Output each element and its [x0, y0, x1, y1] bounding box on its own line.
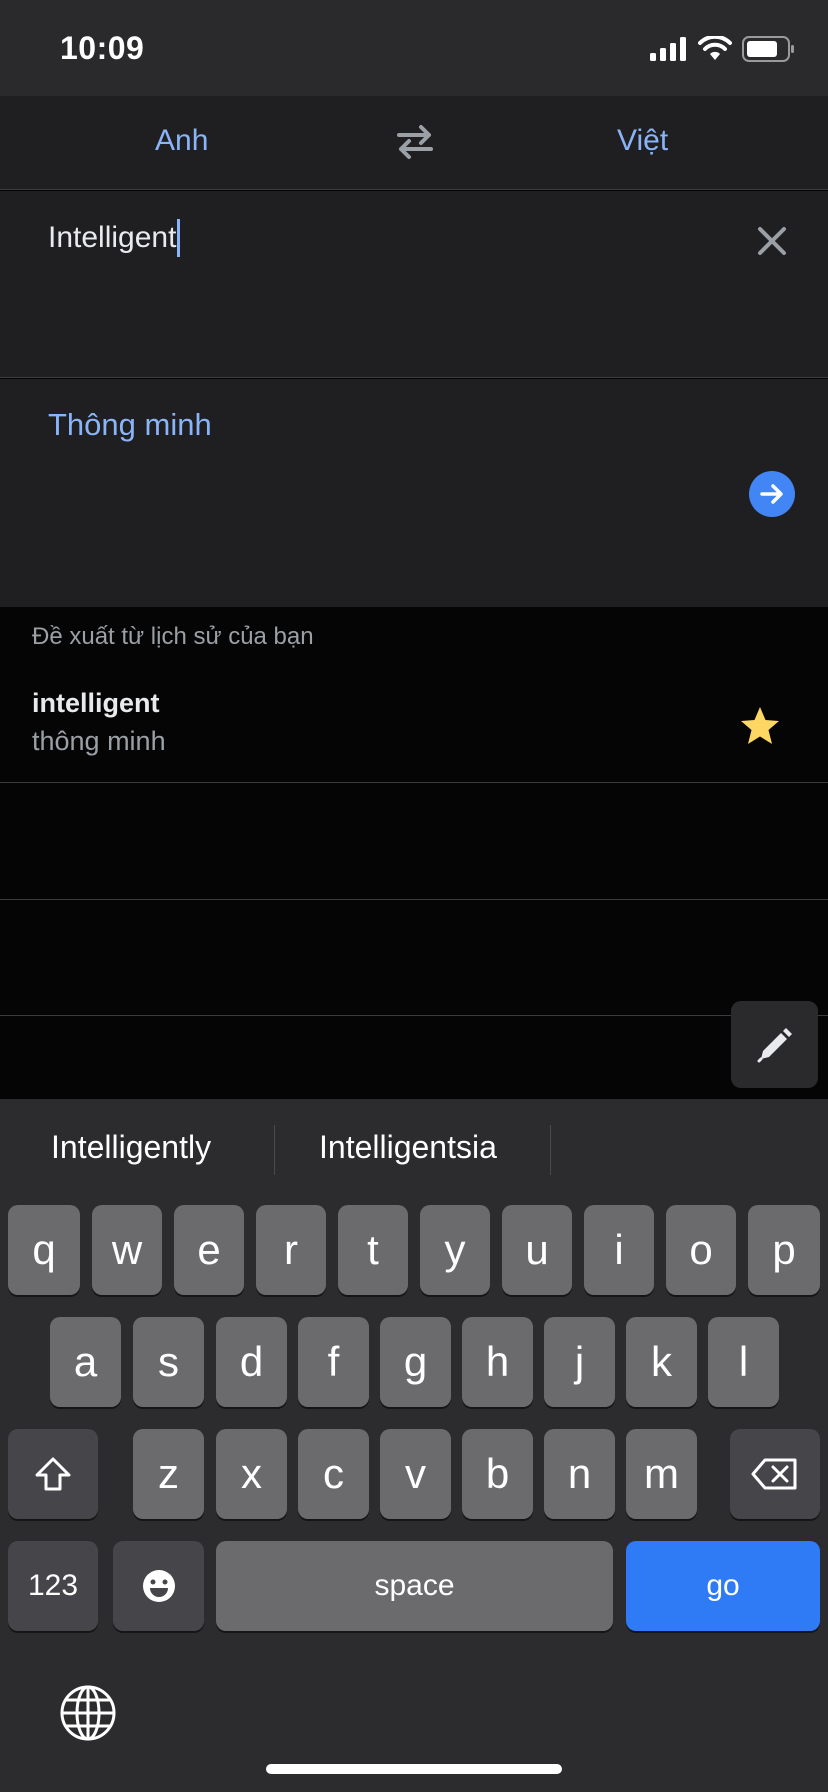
- globe-icon: [60, 1685, 116, 1741]
- history-suggestions-header: Đề xuất từ lịch sử của bạn: [32, 623, 314, 650]
- history-item[interactable]: intelligent thông minh: [0, 670, 828, 783]
- signal-icon: [650, 37, 686, 61]
- key-z[interactable]: z: [133, 1429, 204, 1519]
- key-n[interactable]: n: [544, 1429, 615, 1519]
- key-w[interactable]: w: [92, 1205, 162, 1295]
- key-x[interactable]: x: [216, 1429, 287, 1519]
- key-q[interactable]: q: [8, 1205, 80, 1295]
- key-b[interactable]: b: [462, 1429, 533, 1519]
- backspace-icon: [751, 1458, 797, 1490]
- key-v[interactable]: v: [380, 1429, 451, 1519]
- key-e[interactable]: e: [174, 1205, 244, 1295]
- key-h[interactable]: h: [462, 1317, 533, 1407]
- history-target-text: thông minh: [32, 726, 166, 756]
- key-o[interactable]: o: [666, 1205, 736, 1295]
- key-f[interactable]: f: [298, 1317, 369, 1407]
- key-s[interactable]: s: [133, 1317, 204, 1407]
- key-c[interactable]: c: [298, 1429, 369, 1519]
- source-text-area[interactable]: Intelligent: [0, 191, 828, 378]
- system-icons: [650, 34, 796, 64]
- star-icon: [741, 707, 779, 744]
- prediction-2[interactable]: Intelligentsia: [319, 1129, 497, 1166]
- star-button[interactable]: [738, 704, 782, 748]
- status-bar: 10:09: [0, 0, 828, 96]
- key-r[interactable]: r: [256, 1205, 326, 1295]
- key-l[interactable]: l: [708, 1317, 779, 1407]
- pen-icon: [757, 1027, 792, 1062]
- emoji-icon: [142, 1570, 175, 1602]
- text-caret: [177, 219, 181, 257]
- battery-icon: [742, 36, 794, 62]
- open-translation-button[interactable]: [749, 471, 795, 517]
- history-source-text: intelligent: [32, 688, 160, 718]
- status-time: 10:09: [60, 30, 145, 66]
- swap-languages-button[interactable]: [393, 122, 437, 162]
- key-g[interactable]: g: [380, 1317, 451, 1407]
- source-text-value: Intelligent: [48, 221, 177, 254]
- list-divider: [0, 1015, 828, 1016]
- go-key[interactable]: go: [626, 1541, 820, 1631]
- handwriting-button[interactable]: [731, 1001, 818, 1088]
- key-k[interactable]: k: [626, 1317, 697, 1407]
- translation-text: Thông minh: [48, 407, 212, 442]
- translation-area: Thông minh: [0, 379, 828, 607]
- close-icon: [758, 227, 786, 255]
- list-divider: [0, 899, 828, 900]
- numbers-key[interactable]: 123: [8, 1541, 98, 1631]
- home-indicator[interactable]: [266, 1764, 562, 1774]
- keyboard: Intelligently Intelligentsia q w e r t y…: [0, 1099, 828, 1792]
- target-language-button[interactable]: Việt: [617, 124, 668, 158]
- prediction-separator: [550, 1125, 551, 1175]
- key-p[interactable]: p: [748, 1205, 820, 1295]
- shift-key[interactable]: [8, 1429, 98, 1519]
- prediction-bar: Intelligently Intelligentsia: [0, 1099, 828, 1199]
- source-text-input[interactable]: Intelligent: [48, 219, 181, 257]
- key-m[interactable]: m: [626, 1429, 697, 1519]
- prediction-separator: [274, 1125, 275, 1175]
- key-y[interactable]: y: [420, 1205, 490, 1295]
- emoji-key[interactable]: [113, 1541, 204, 1631]
- space-key[interactable]: space: [216, 1541, 613, 1631]
- globe-button[interactable]: [58, 1683, 118, 1743]
- swap-arrows-icon: [397, 125, 433, 159]
- clear-button[interactable]: [752, 221, 792, 261]
- key-j[interactable]: j: [544, 1317, 615, 1407]
- arrow-right-icon: [760, 484, 783, 504]
- wifi-icon: [698, 36, 732, 60]
- source-language-button[interactable]: Anh: [155, 124, 208, 158]
- delete-key[interactable]: [730, 1429, 820, 1519]
- key-i[interactable]: i: [584, 1205, 654, 1295]
- key-d[interactable]: d: [216, 1317, 287, 1407]
- language-bar: Anh Việt: [0, 96, 828, 190]
- prediction-1[interactable]: Intelligently: [51, 1129, 211, 1166]
- key-u[interactable]: u: [502, 1205, 572, 1295]
- key-a[interactable]: a: [50, 1317, 121, 1407]
- shift-icon: [35, 1457, 71, 1491]
- key-t[interactable]: t: [338, 1205, 408, 1295]
